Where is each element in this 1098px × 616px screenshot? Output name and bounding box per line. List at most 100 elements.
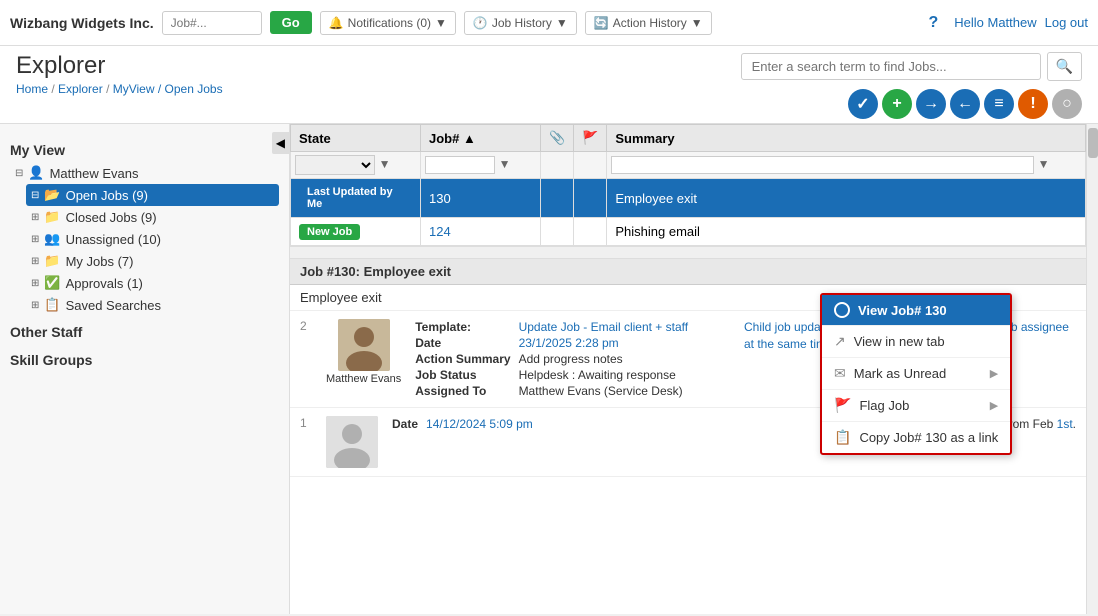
header: Wizbang Widgets Inc. Go 🔔 Notifications … — [0, 0, 1098, 46]
forward-tool-button[interactable]: → — [916, 89, 946, 119]
chevron-down-icon: ▼ — [691, 16, 703, 30]
skill-groups-section[interactable]: Skill Groups — [0, 344, 289, 372]
filter-icon[interactable]: ▼ — [1038, 157, 1050, 171]
copy-icon: 📋 — [834, 429, 851, 446]
brand-name: Wizbang Widgets Inc. — [10, 15, 154, 31]
sidebar-collapse-button[interactable]: ◀ — [272, 132, 289, 154]
state-filter-select[interactable] — [295, 155, 375, 175]
notifications-button[interactable]: 🔔 Notifications (0) ▼ — [320, 11, 456, 35]
horizontal-scrollbar[interactable] — [290, 246, 1086, 258]
submenu-arrow: ▶ — [990, 367, 998, 380]
date-label: Date — [411, 335, 514, 351]
avatar — [338, 319, 390, 371]
job-number-input[interactable] — [162, 11, 262, 35]
group-icon: 👥 — [44, 231, 60, 247]
envelope-icon: ✉ — [834, 365, 846, 382]
submenu-arrow: ▶ — [990, 399, 998, 412]
action-details: Date 14/12/2024 5:09 pm — [388, 416, 867, 432]
state-badge: Last Updated by Me — [299, 184, 412, 212]
add-tool-button[interactable]: + — [882, 89, 912, 119]
back-tool-button[interactable]: ← — [950, 89, 980, 119]
paperclip-icon: 📎 — [549, 130, 565, 145]
context-menu-mark-unread[interactable]: ✉ Mark as Unread ▶ — [822, 358, 1010, 390]
filter-summary[interactable]: ▼ — [607, 152, 1086, 179]
col-header-state: State — [291, 125, 421, 152]
sidebar-item-matthew-evans[interactable]: ⊟ 👤 Matthew Evans — [10, 162, 279, 184]
flag-cell — [574, 179, 607, 218]
action-number: 2 — [300, 319, 316, 333]
table-row[interactable]: Last Updated by Me 130 Employee exit — [291, 179, 1086, 218]
job-number-link[interactable]: 124 — [429, 224, 451, 239]
col-header-summary: Summary — [607, 125, 1086, 152]
breadcrumb-explorer[interactable]: Explorer — [58, 82, 103, 96]
context-menu: View Job# 130 ↗ View in new tab ✉ Mark a… — [820, 293, 1012, 455]
job-status-value: Helpdesk : Awaiting response — [515, 367, 693, 383]
context-menu-flag-job[interactable]: 🚩 Flag Job ▶ — [822, 390, 1010, 422]
filter-icon[interactable]: ▼ — [499, 157, 511, 171]
folder-icon: 📁 — [44, 253, 60, 269]
menu-tool-button[interactable]: ≡ — [984, 89, 1014, 119]
summary-filter-input[interactable] — [611, 156, 1034, 174]
job-num-cell[interactable]: 130 — [421, 179, 541, 218]
folder-icon: 📁 — [44, 209, 60, 225]
search-input[interactable] — [741, 53, 1041, 80]
job-num-cell[interactable]: 124 — [421, 218, 541, 246]
filter-attach — [541, 152, 574, 179]
col-header-job: Job# ▲ — [421, 125, 541, 152]
breadcrumb-current: MyView / Open Jobs — [113, 82, 223, 96]
alert-tool-button[interactable]: ! — [1018, 89, 1048, 119]
search-button[interactable]: 🔍 — [1047, 52, 1082, 81]
sidebar: ◀ My View ⊟ 👤 Matthew Evans ⊟ 📂 Open Job… — [0, 124, 290, 614]
context-menu-view-new-tab[interactable]: ↗ View in new tab — [822, 326, 1010, 358]
action-summary-label: Action Summary — [411, 351, 514, 367]
breadcrumb-home[interactable]: Home — [16, 82, 48, 96]
assigned-to-label: Assigned To — [411, 383, 514, 399]
go-button[interactable]: Go — [270, 11, 312, 34]
user-icon: 👤 — [28, 165, 44, 181]
table-row[interactable]: New Job 124 Phishing email — [291, 218, 1086, 246]
clock-icon: 🕐 — [473, 16, 488, 30]
context-menu-copy-link[interactable]: 📋 Copy Job# 130 as a link — [822, 422, 1010, 453]
sidebar-item-approvals[interactable]: ⊞ ✅ Approvals (1) — [26, 272, 279, 294]
vertical-scrollbar[interactable] — [1086, 124, 1098, 614]
other-staff-section[interactable]: Other Staff — [0, 316, 289, 344]
avatar-name: Matthew Evans — [326, 373, 401, 385]
action-history-button[interactable]: 🔄 Action History ▼ — [585, 11, 712, 35]
detail-job-header: Job #130: Employee exit — [290, 259, 1086, 285]
summary-cell: Phishing email — [607, 218, 1086, 246]
external-link-icon: ↗ — [834, 333, 846, 350]
date-label: Date — [388, 416, 422, 432]
filter-state[interactable]: ▼ — [291, 152, 421, 179]
filter-icon[interactable]: ▼ — [379, 157, 391, 171]
attach-cell — [541, 218, 574, 246]
job-filter-input[interactable] — [425, 156, 495, 174]
job-history-button[interactable]: 🕐 Job History ▼ — [464, 11, 577, 35]
filter-job[interactable]: ▼ — [421, 152, 541, 179]
logout-link[interactable]: Log out — [1045, 15, 1088, 30]
sidebar-item-closed-jobs[interactable]: ⊞ 📁 Closed Jobs (9) — [26, 206, 279, 228]
chevron-down-icon: ▼ — [435, 16, 447, 30]
checkmark-tool-button[interactable]: ✓ — [848, 89, 878, 119]
state-badge: New Job — [299, 224, 360, 240]
expand-icon: ⊟ — [15, 168, 23, 179]
sidebar-item-unassigned[interactable]: ⊞ 👥 Unassigned (10) — [26, 228, 279, 250]
sort-asc-icon: ▲ — [463, 131, 476, 146]
expand-icon: ⊞ — [31, 234, 39, 245]
flag-icon: 🚩 — [582, 130, 598, 145]
state-cell: New Job — [291, 218, 421, 246]
my-view-title: My View — [10, 134, 279, 162]
col-header-flag: 🚩 — [574, 125, 607, 152]
search-icon: 🔍 — [1056, 58, 1073, 74]
action-details: Template: Update Job - Email client + st… — [411, 319, 726, 399]
bell-icon: 🔔 — [329, 16, 344, 30]
help-button[interactable]: ? — [920, 10, 946, 36]
hello-link[interactable]: Hello Matthew — [954, 15, 1036, 30]
avatar — [326, 416, 378, 468]
sidebar-item-my-jobs[interactable]: ⊞ 📁 My Jobs (7) — [26, 250, 279, 272]
sidebar-item-open-jobs[interactable]: ⊟ 📂 Open Jobs (9) — [26, 184, 279, 206]
sidebar-item-saved-searches[interactable]: ⊞ 📋 Saved Searches — [26, 294, 279, 316]
context-menu-header[interactable]: View Job# 130 — [822, 295, 1010, 326]
summary-cell: Employee exit — [607, 179, 1086, 218]
expand-icon: ⊟ — [31, 190, 39, 201]
save-icon: 📋 — [44, 297, 60, 313]
